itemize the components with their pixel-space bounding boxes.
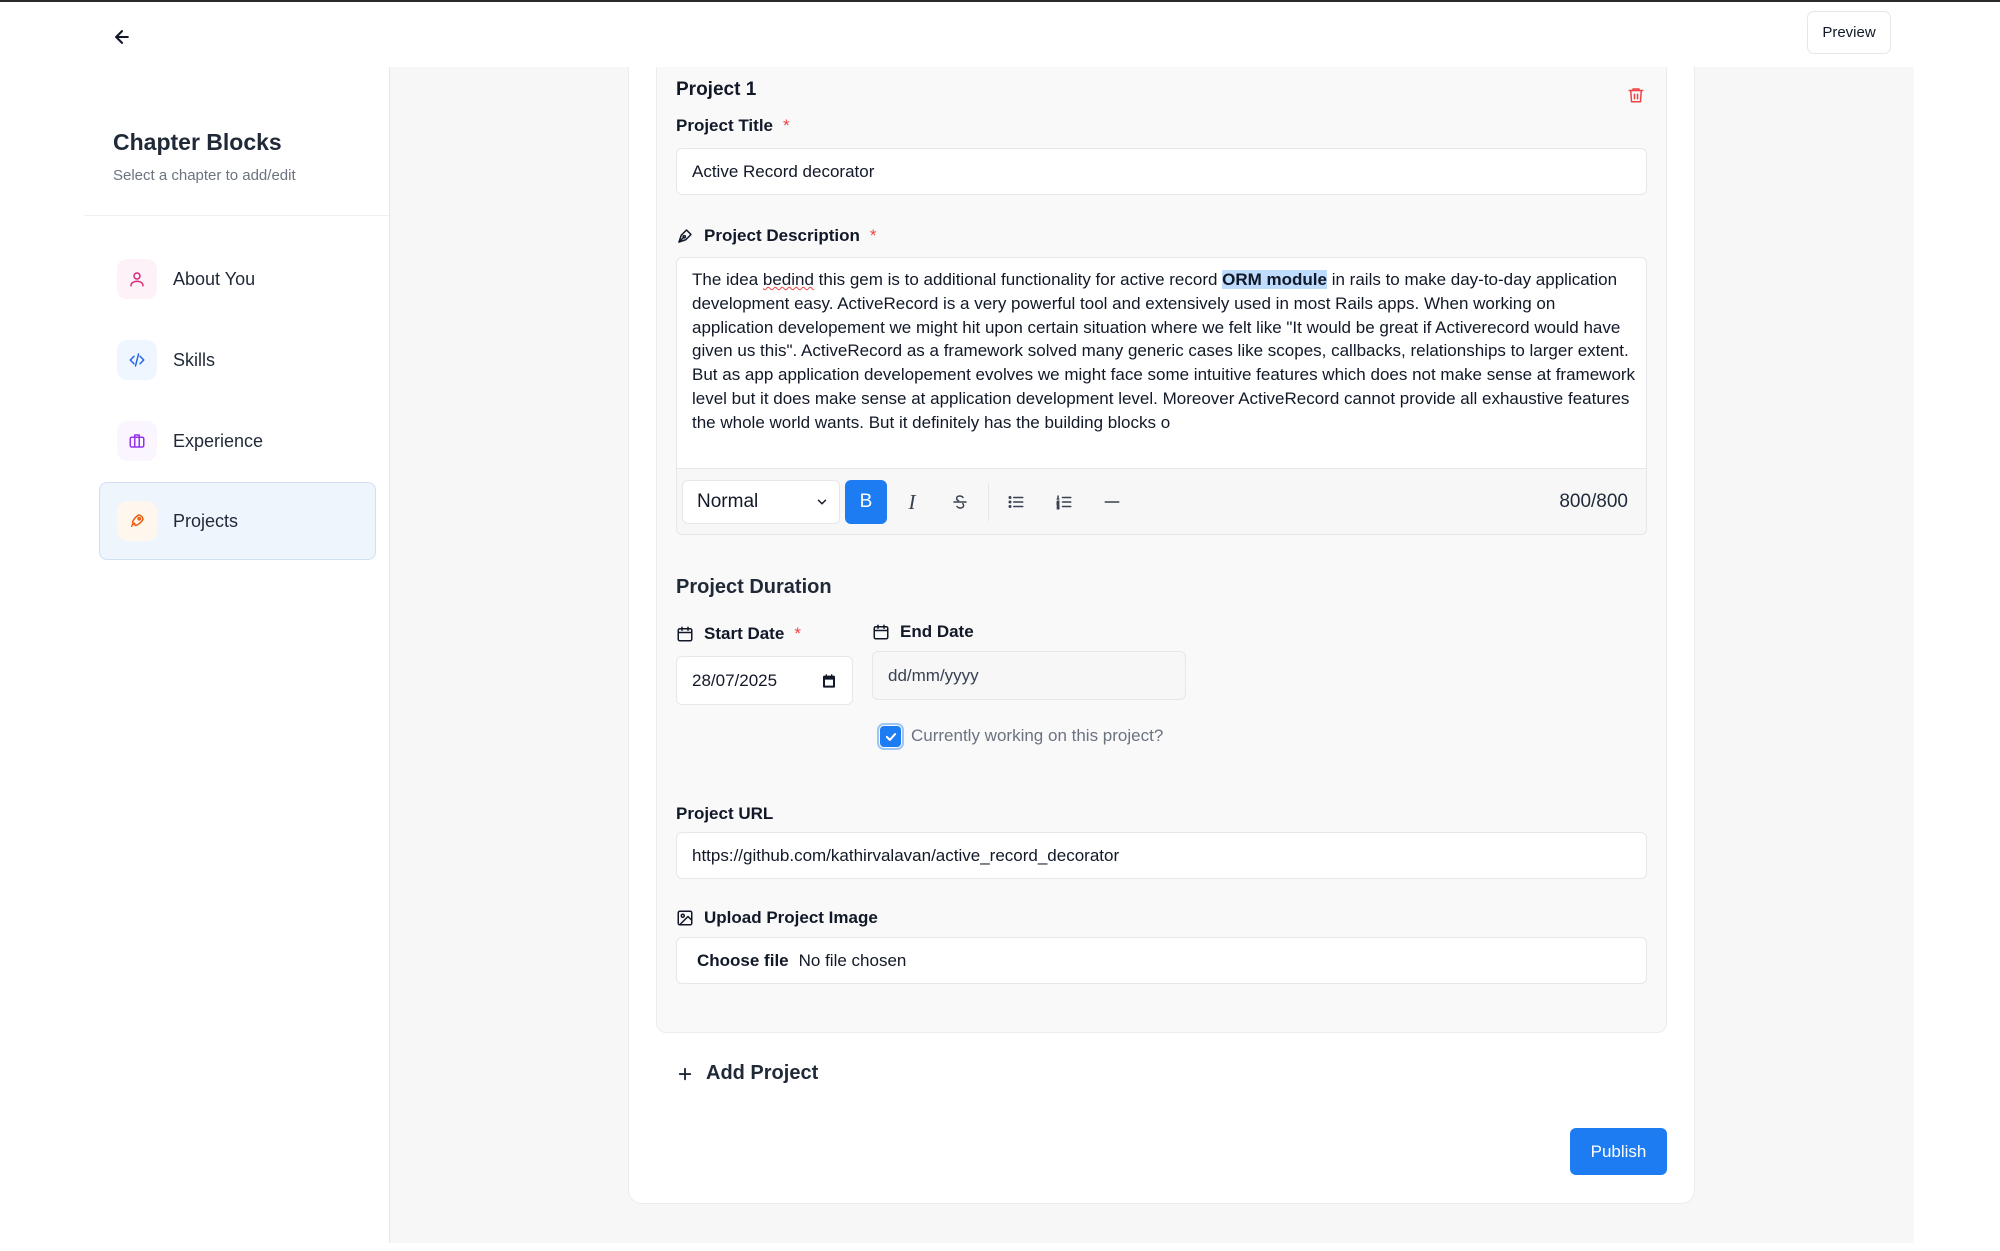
sidebar-subtitle: Select a chapter to add/edit (113, 167, 296, 184)
bold-button[interactable]: B (845, 480, 887, 524)
project-description-editor[interactable]: The idea bedind this gem is to additiona… (676, 257, 1647, 535)
sidebar-item-experience[interactable]: Experience (99, 402, 376, 480)
sidebar: Chapter Blocks Select a chapter to add/e… (84, 67, 390, 1243)
strikethrough-button[interactable] (939, 480, 981, 524)
add-project-button[interactable]: Add Project (676, 1062, 818, 1085)
sidebar-item-skills[interactable]: Skills (99, 321, 376, 399)
sidebar-item-label: About You (173, 268, 256, 289)
back-button[interactable] (112, 22, 132, 52)
editor-toolbar: Normal B I 800/800 (677, 468, 1646, 534)
horizontal-rule-icon (1104, 501, 1120, 503)
project-heading: Project 1 (676, 79, 757, 100)
sidebar-item-about-you[interactable]: About You (99, 240, 376, 318)
upload-image-label: Upload Project Image (676, 908, 878, 928)
character-counter: 800/800 (1559, 491, 1628, 512)
preview-button[interactable]: Preview (1807, 11, 1891, 54)
project-card (656, 67, 1667, 1033)
selected-text: ORM module (1222, 270, 1327, 289)
sidebar-item-projects[interactable]: Projects (99, 482, 376, 560)
file-upload-input[interactable]: Choose file No file chosen (676, 937, 1647, 984)
bullet-list-icon (1008, 496, 1024, 508)
project-title-input[interactable]: Active Record decorator (676, 148, 1647, 195)
publish-button[interactable]: Publish (1570, 1128, 1667, 1175)
project-url-label: Project URL (676, 804, 774, 823)
image-icon (677, 910, 693, 926)
arrow-left-icon (115, 30, 129, 44)
end-date-label: End Date (872, 622, 974, 642)
check-icon (885, 732, 896, 741)
bullet-list-button[interactable] (995, 480, 1037, 524)
rocket-icon (117, 501, 157, 541)
numbered-list-button[interactable] (1043, 480, 1085, 524)
sidebar-title: Chapter Blocks (113, 129, 282, 155)
strikethrough-icon (953, 495, 967, 509)
file-status: No file chosen (798, 950, 907, 970)
code-icon (117, 340, 157, 380)
format-select[interactable]: Normal (682, 480, 840, 524)
sidebar-item-label: Skills (173, 349, 216, 370)
project-title-label: Project Title * (676, 116, 790, 135)
project-description-label: Project Description * (676, 226, 877, 246)
sidebar-item-label: Projects (173, 510, 239, 531)
user-icon (117, 259, 157, 299)
calendar-icon (677, 626, 693, 642)
toolbar-separator (988, 483, 989, 521)
project-duration-title: Project Duration (676, 576, 832, 598)
sidebar-divider (84, 215, 389, 216)
choose-file-button[interactable]: Choose file (697, 951, 789, 971)
delete-project-button[interactable] (1627, 85, 1645, 110)
start-date-label: Start Date * (676, 624, 801, 644)
plus-icon (678, 1067, 692, 1080)
start-date-input[interactable]: 28/07/2025 (676, 656, 853, 705)
briefcase-icon (117, 421, 157, 461)
description-text[interactable]: The idea bedind this gem is to additiona… (692, 268, 1637, 435)
horizontal-rule-button[interactable] (1091, 480, 1133, 524)
sidebar-item-label: Experience (173, 430, 264, 451)
chevron-down-icon (817, 499, 827, 505)
top-bar: Preview (0, 0, 2000, 67)
pen-tool-icon (678, 229, 692, 243)
calendar-icon[interactable] (821, 673, 837, 689)
calendar-icon (873, 624, 889, 640)
end-date-input[interactable]: dd/mm/yyyy (872, 651, 1186, 700)
project-url-input[interactable]: https://github.com/kathirvalavan/active_… (676, 832, 1647, 879)
misspelled-word: bedind (762, 270, 814, 289)
currently-working-checkbox[interactable] (877, 723, 904, 750)
trash-icon (1628, 88, 1644, 103)
numbered-list-icon (1056, 495, 1072, 510)
currently-working-label: Currently working on this project? (911, 726, 1164, 745)
italic-button[interactable]: I (891, 480, 933, 524)
